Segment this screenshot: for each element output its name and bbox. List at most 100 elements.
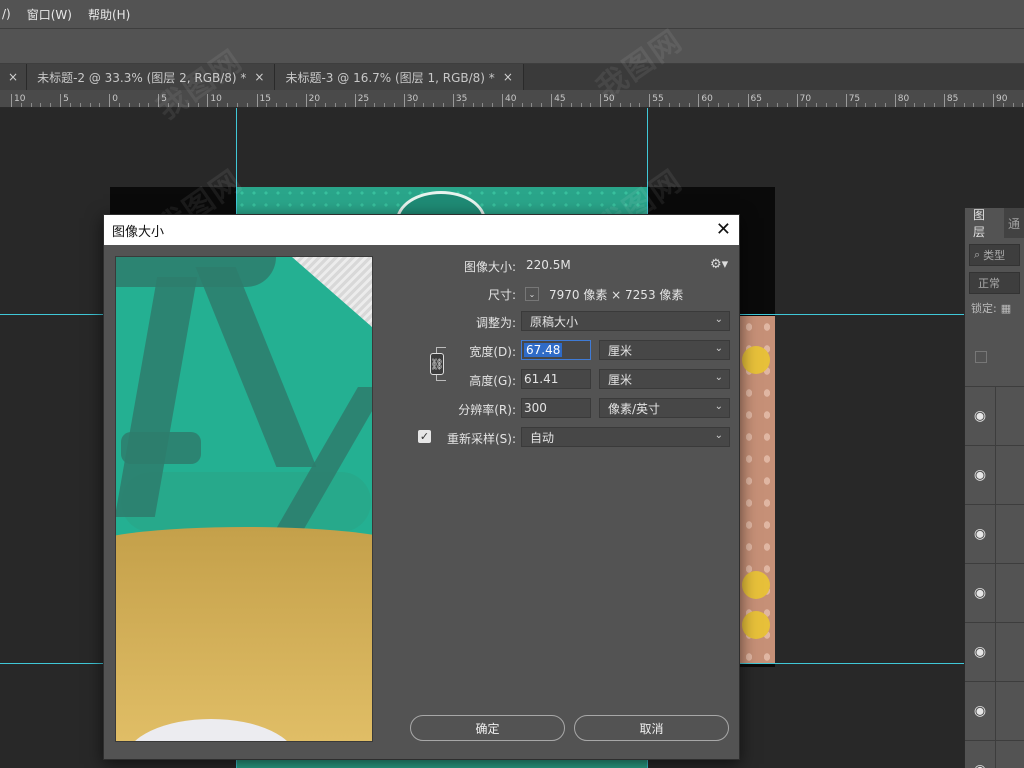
layer-row[interactable] <box>965 328 1024 387</box>
ruler-minor-tick <box>374 103 376 107</box>
resample-value: 自动 <box>530 430 555 445</box>
layer-row[interactable]: ◉ <box>965 446 1024 505</box>
ruler-minor-tick <box>50 103 52 107</box>
ruler-minor-tick <box>934 103 936 107</box>
ok-button[interactable]: 确定 <box>410 715 565 741</box>
resolution-unit: 像素/英寸 <box>608 401 661 416</box>
chevron-down-icon: ⌄ <box>714 372 723 383</box>
layer-row[interactable]: ◉ <box>965 505 1024 564</box>
lock-pixels-icon[interactable]: ▦ <box>1001 302 1011 315</box>
ruler-minor-tick <box>688 103 690 107</box>
eye-icon[interactable]: ◉ <box>965 408 995 424</box>
dimensions-unit-dropdown[interactable]: ⌄ <box>525 287 539 301</box>
resample-method-select[interactable]: 自动 ⌄ <box>521 427 730 447</box>
ruler-minor-tick <box>914 103 916 107</box>
close-icon[interactable]: ✕ <box>716 219 731 240</box>
ruler-minor-tick <box>541 103 543 107</box>
ruler-minor-tick <box>590 103 592 107</box>
ruler-minor-tick <box>983 103 985 107</box>
eye-icon[interactable]: ◉ <box>965 703 995 719</box>
cancel-button[interactable]: 取消 <box>574 715 729 741</box>
ruler-minor-tick <box>865 103 867 107</box>
document-tab[interactable]: 未标题-3 @ 16.7% (图层 1, RGB/8) * × <box>275 64 524 90</box>
ruler-minor-tick <box>423 103 425 107</box>
close-icon[interactable]: × <box>503 70 513 84</box>
document-tab[interactable]: 未标题-2 @ 33.3% (图层 2, RGB/8) * × <box>27 64 276 90</box>
layer-row[interactable]: ◉ <box>965 682 1024 741</box>
ruler-tick-label: 60 <box>698 94 713 107</box>
ruler-tick-label: 10 <box>207 94 222 107</box>
ruler-tick-label: 85 <box>943 94 958 107</box>
chevron-down-icon: ⌄ <box>714 430 723 441</box>
gear-icon[interactable]: ⚙▾ <box>710 257 728 272</box>
eye-icon[interactable]: ◉ <box>965 526 995 542</box>
ruler-minor-tick <box>806 103 808 107</box>
image-size-label: 图像大小: <box>463 260 516 274</box>
ruler-minor-tick <box>580 103 582 107</box>
ruler-minor-tick <box>30 103 32 107</box>
menu-item-partial[interactable]: /) <box>0 7 19 21</box>
dialog-title-bar[interactable]: 图像大小 ✕ <box>104 215 739 245</box>
document-tab-partial[interactable]: × <box>0 64 28 90</box>
ruler-minor-tick <box>197 103 199 107</box>
tab-layers[interactable]: 图层 <box>965 208 1004 239</box>
resolution-unit-select[interactable]: 像素/英寸 ⌄ <box>599 398 730 418</box>
horizontal-ruler[interactable]: 10 5 0 5 10 15 20 25 30 35 40 45 50 55 60 65 70 75 80 85 90 <box>0 90 1024 108</box>
ruler-minor-tick <box>462 103 464 107</box>
eye-icon[interactable]: ◉ <box>965 467 995 483</box>
ruler-minor-tick <box>89 103 91 107</box>
document-tab-bar: × 未标题-2 @ 33.3% (图层 2, RGB/8) * × 未标题-3 … <box>0 64 1024 90</box>
resolution-input[interactable]: 300 <box>521 398 591 418</box>
ruler-minor-tick <box>148 103 150 107</box>
layer-filter[interactable]: ⌕ 类型 <box>969 244 1020 266</box>
chevron-down-icon: ⌄ <box>714 343 723 354</box>
ruler-tick-label: 90 <box>993 94 1007 107</box>
width-unit-select[interactable]: 厘米 ⌄ <box>599 340 730 360</box>
eye-icon[interactable]: ◉ <box>965 644 995 660</box>
ruler-tick-label: 40 <box>502 94 516 107</box>
ruler-minor-tick <box>776 103 778 107</box>
width-unit: 厘米 <box>608 343 633 358</box>
ruler-minor-tick <box>384 103 386 107</box>
menu-item-window[interactable]: 窗口(W) <box>19 6 80 23</box>
ruler-minor-tick <box>217 103 219 107</box>
dialog-title: 图像大小 <box>112 224 165 240</box>
ruler-minor-tick <box>472 103 474 107</box>
ruler-minor-tick <box>855 103 857 107</box>
ruler-minor-tick <box>727 103 729 107</box>
ruler-minor-tick <box>875 103 877 107</box>
ruler-minor-tick <box>786 103 788 107</box>
visibility-toggle[interactable] <box>975 351 987 363</box>
ruler-tick-label: 50 <box>600 94 615 107</box>
layer-row[interactable]: ◉ <box>965 623 1024 682</box>
layer-row[interactable]: ◉ <box>965 387 1024 446</box>
close-icon[interactable]: × <box>8 70 18 84</box>
ruler-minor-tick <box>492 103 494 107</box>
fit-to-value: 原稿大小 <box>530 314 579 329</box>
layer-row[interactable]: ◉ <box>965 741 1024 768</box>
search-icon: ⌕ <box>974 248 981 261</box>
eye-icon[interactable]: ◉ <box>965 585 995 601</box>
eye-icon[interactable]: ◉ <box>965 762 995 768</box>
chevron-down-icon: ⌄ <box>714 401 723 412</box>
ruler-tick-label: 10 <box>11 94 25 107</box>
menu-item-help[interactable]: 帮助(H) <box>80 6 138 23</box>
ruler-tick-label: 25 <box>354 94 369 107</box>
layer-row[interactable]: ◉ <box>965 564 1024 623</box>
height-label: 高度(G): <box>469 374 516 388</box>
ruler-minor-tick <box>236 103 238 107</box>
blend-mode-select[interactable]: 正常 <box>969 272 1020 294</box>
resolution-label: 分辨率(R): <box>458 403 516 417</box>
ruler-minor-tick <box>570 103 572 107</box>
height-unit-select[interactable]: 厘米 ⌄ <box>599 369 730 389</box>
ruler-minor-tick <box>521 103 523 107</box>
width-input[interactable]: 67.48 <box>521 340 591 360</box>
tab-channels[interactable]: 通 <box>1004 215 1024 232</box>
height-unit: 厘米 <box>608 372 633 387</box>
ruler-minor-tick <box>904 103 906 107</box>
fit-to-select[interactable]: 原稿大小 ⌄ <box>521 311 730 331</box>
ruler-minor-tick <box>168 103 170 107</box>
image-preview[interactable] <box>115 256 373 742</box>
close-icon[interactable]: × <box>254 70 264 84</box>
height-input[interactable]: 61.41 <box>521 369 591 389</box>
